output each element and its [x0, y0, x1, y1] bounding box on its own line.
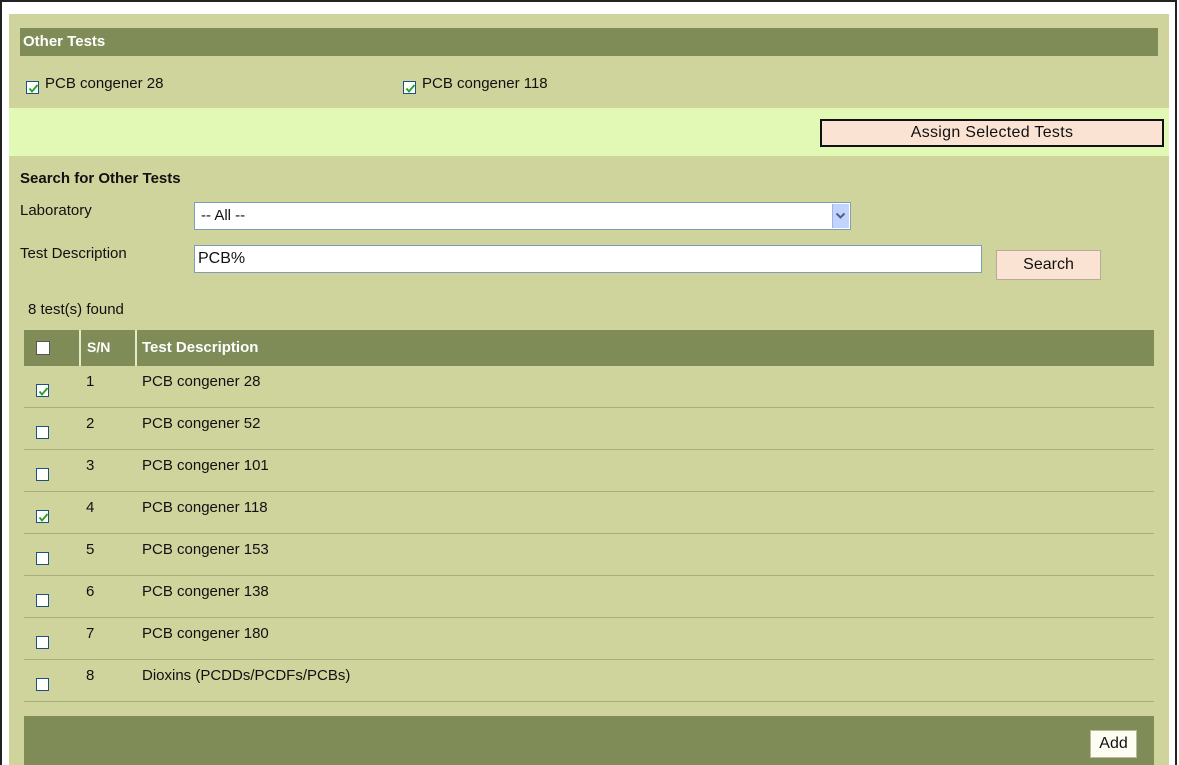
- row-description: PCB congener 180: [142, 625, 269, 642]
- row-checkbox[interactable]: [36, 510, 49, 523]
- checkmark-icon: [28, 84, 39, 93]
- row-checkbox[interactable]: [36, 468, 49, 481]
- column-divider: [79, 330, 81, 366]
- assign-selected-tests-button[interactable]: Assign Selected Tests: [820, 119, 1164, 147]
- row-checkbox[interactable]: [36, 636, 49, 649]
- laboratory-select-value: -- All --: [201, 207, 246, 224]
- column-header-description: Test Description: [142, 339, 259, 356]
- row-description: PCB congener 101: [142, 457, 269, 474]
- row-sn: 8: [86, 667, 95, 684]
- row-checkbox[interactable]: [36, 426, 49, 439]
- select-all-checkbox[interactable]: [36, 341, 50, 355]
- add-button[interactable]: Add: [1090, 730, 1137, 758]
- table-row[interactable]: 1 PCB congener 28: [24, 366, 1154, 408]
- row-checkbox[interactable]: [36, 594, 49, 607]
- table-row[interactable]: 3 PCB congener 101: [24, 450, 1154, 492]
- selected-test-label: PCB congener 118: [422, 75, 548, 92]
- table-row[interactable]: 8 Dioxins (PCDDs/PCDFs/PCBs): [24, 660, 1154, 702]
- main-panel: Other Tests PCB congener 28 PCB congener…: [9, 14, 1169, 765]
- row-sn: 4: [86, 499, 95, 516]
- row-description: PCB congener 52: [142, 415, 261, 432]
- table-row[interactable]: 2 PCB congener 52: [24, 408, 1154, 450]
- column-divider: [135, 330, 137, 366]
- results-count: 8 test(s) found: [28, 301, 124, 318]
- laboratory-label: Laboratory: [20, 202, 92, 219]
- table-row[interactable]: 4 PCB congener 118: [24, 492, 1154, 534]
- test-description-label: Test Description: [20, 245, 127, 262]
- row-description: PCB congener 138: [142, 583, 269, 600]
- row-checkbox[interactable]: [36, 384, 49, 397]
- row-description: PCB congener 28: [142, 373, 261, 390]
- row-sn: 5: [86, 541, 95, 558]
- selected-test-checkbox[interactable]: [26, 81, 39, 94]
- checkmark-icon: [38, 387, 49, 396]
- row-checkbox[interactable]: [36, 678, 49, 691]
- chevron-down-icon[interactable]: [832, 204, 849, 228]
- checkmark-icon: [38, 513, 49, 522]
- other-tests-header: Other Tests: [20, 28, 1158, 56]
- column-header-sn: S/N: [87, 339, 111, 355]
- results-table-header: S/N Test Description: [24, 330, 1154, 366]
- row-description: Dioxins (PCDDs/PCDFs/PCBs): [142, 667, 351, 684]
- table-row[interactable]: 5 PCB congener 153: [24, 534, 1154, 576]
- laboratory-select[interactable]: -- All --: [194, 202, 851, 230]
- row-sn: 7: [86, 625, 95, 642]
- selected-test-checkbox[interactable]: [403, 81, 416, 94]
- row-sn: 1: [86, 373, 95, 390]
- search-button[interactable]: Search: [996, 250, 1101, 280]
- row-description: PCB congener 118: [142, 499, 268, 516]
- table-footer: [24, 716, 1154, 765]
- row-checkbox[interactable]: [36, 552, 49, 565]
- test-description-input[interactable]: PCB%: [194, 245, 982, 273]
- row-sn: 2: [86, 415, 95, 432]
- row-description: PCB congener 153: [142, 541, 269, 558]
- table-row[interactable]: 6 PCB congener 138: [24, 576, 1154, 618]
- selected-test-label: PCB congener 28: [45, 75, 164, 92]
- table-row[interactable]: 7 PCB congener 180: [24, 618, 1154, 660]
- search-section-title: Search for Other Tests: [20, 170, 181, 187]
- row-sn: 6: [86, 583, 95, 600]
- checkmark-icon: [405, 84, 416, 93]
- row-sn: 3: [86, 457, 95, 474]
